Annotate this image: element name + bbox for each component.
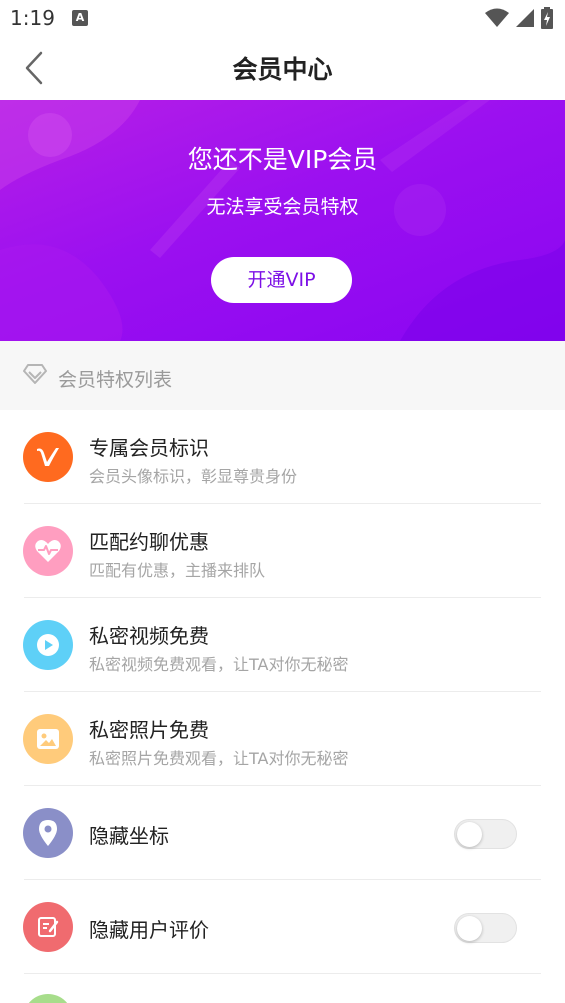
toggle-knob — [457, 916, 482, 941]
privilege-title: 私密照片免费 — [89, 718, 209, 742]
page-title: 会员中心 — [232, 55, 333, 84]
status-time: 1:19 — [10, 6, 55, 30]
privilege-item-private-video[interactable]: 私密视频免费 私密视频免费观看，让TA对你无秘密 — [0, 598, 565, 692]
status-icons — [485, 7, 553, 29]
privilege-desc: 私密照片免费观看，让TA对你无秘密 — [89, 749, 349, 768]
privilege-list: 专属会员标识 会员头像标识，彰显尊贵身份 匹配约聊优惠 匹配有优惠，主播来排队 … — [0, 410, 565, 974]
privilege-desc: 匹配有优惠，主播来排队 — [89, 561, 266, 580]
play-icon — [23, 620, 73, 670]
privilege-item-vip-badge[interactable]: 专属会员标识 会员头像标识，彰显尊贵身份 — [0, 410, 565, 504]
privilege-item-hide-location: 隐藏坐标 — [0, 786, 565, 880]
wifi-icon — [485, 8, 509, 27]
section-title: 会员特权列表 — [58, 369, 173, 391]
partial-item-icon — [23, 994, 73, 1003]
v-badge-icon — [23, 432, 73, 482]
signal-icon — [516, 9, 534, 27]
privilege-title: 私密视频免费 — [89, 624, 209, 648]
privilege-item-match-discount[interactable]: 匹配约聊优惠 匹配有优惠，主播来排队 — [0, 504, 565, 598]
open-vip-button[interactable]: 开通VIP — [211, 257, 352, 303]
diamond-icon — [23, 364, 47, 384]
banner-subtitle: 无法享受会员特权 — [206, 196, 359, 218]
app-header: 会员中心 — [0, 36, 565, 100]
privilege-title: 匹配约聊优惠 — [89, 530, 209, 554]
image-icon — [23, 714, 73, 764]
battery-icon — [541, 7, 553, 29]
privilege-item-private-photo[interactable]: 私密照片免费 私密照片免费观看，让TA对你无秘密 — [0, 692, 565, 786]
banner-decoration — [0, 100, 565, 341]
banner-title: 您还不是VIP会员 — [187, 145, 378, 174]
notification-icon: A — [72, 10, 88, 26]
privilege-desc: 会员头像标识，彰显尊贵身份 — [89, 467, 298, 486]
heartbeat-icon — [23, 526, 73, 576]
status-bar: 1:19 A — [0, 0, 565, 36]
privilege-title: 隐藏坐标 — [89, 824, 169, 848]
privilege-desc: 私密视频免费观看，让TA对你无秘密 — [89, 655, 349, 674]
toggle-knob — [457, 822, 482, 847]
hide-reviews-toggle[interactable] — [454, 913, 517, 943]
hide-location-toggle[interactable] — [454, 819, 517, 849]
section-header: 会员特权列表 — [0, 341, 565, 410]
vip-banner: 您还不是VIP会员 无法享受会员特权 开通VIP — [0, 100, 565, 341]
privilege-item-hide-reviews: 隐藏用户评价 — [0, 880, 565, 974]
divider — [24, 973, 541, 974]
privilege-title: 专属会员标识 — [89, 436, 209, 460]
location-pin-icon — [23, 808, 73, 858]
edit-note-icon — [23, 902, 73, 952]
privilege-title: 隐藏用户评价 — [89, 918, 209, 942]
